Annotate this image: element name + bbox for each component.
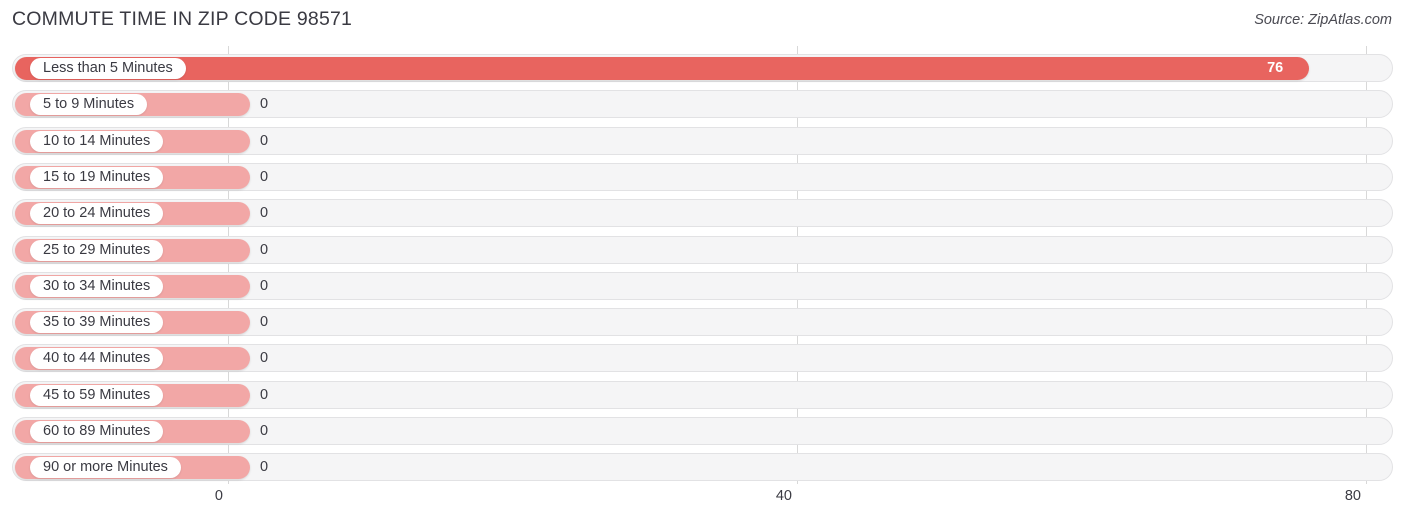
bar-value-label: 0: [260, 314, 269, 331]
bar-category-label: 35 to 39 Minutes: [30, 312, 164, 334]
plot-area: Less than 5 Minutes 76 5 to 9 Minutes 0 10 t…: [0, 46, 1406, 484]
bar-value-label: 0: [260, 168, 269, 185]
table-row[interactable]: 10 to 14 Minutes 0: [0, 126, 1406, 157]
x-tick-label-0: 0: [214, 488, 223, 504]
bar-category-label: 15 to 19 Minutes: [30, 166, 164, 188]
bar-category-label: 30 to 34 Minutes: [30, 275, 164, 297]
bar-value-label: 0: [260, 205, 269, 222]
page-title: COMMUTE TIME IN ZIP CODE 98571: [12, 8, 353, 30]
table-row[interactable]: Less than 5 Minutes 76: [0, 54, 1406, 84]
x-tick-label-80: 80: [1344, 488, 1361, 504]
chart-root: COMMUTE TIME IN ZIP CODE 98571 Source: Z…: [0, 0, 1406, 524]
table-row[interactable]: 15 to 19 Minutes 0: [0, 162, 1406, 193]
table-row[interactable]: 45 to 59 Minutes 0: [0, 380, 1406, 411]
bar-category-label: 10 to 14 Minutes: [30, 130, 164, 152]
bar-rows: Less than 5 Minutes 76 5 to 9 Minutes 0 10 t…: [0, 46, 1406, 484]
source-attribution: Source: ZipAtlas.com: [1254, 12, 1392, 28]
table-row[interactable]: 35 to 39 Minutes 0: [0, 308, 1406, 338]
bar-category-label: 20 to 24 Minutes: [30, 203, 164, 225]
bar-value-label: 0: [260, 132, 269, 149]
bar-value-label: 0: [260, 277, 269, 294]
bar-value-label: 0: [260, 96, 269, 113]
bar-value-label: 0: [260, 386, 269, 403]
table-row[interactable]: 90 or more Minutes 0: [0, 453, 1406, 483]
bar-category-label: Less than 5 Minutes: [30, 58, 186, 79]
bar-value-label: 0: [260, 350, 269, 367]
bar-category-label: 60 to 89 Minutes: [30, 421, 164, 442]
bar-value-label: 76: [1267, 60, 1284, 76]
bar-1[interactable]: [15, 57, 1310, 80]
table-row[interactable]: 30 to 34 Minutes 0: [0, 271, 1406, 302]
bar-value-label: 0: [260, 423, 269, 439]
x-axis: 0 40 80: [0, 484, 1406, 524]
table-row[interactable]: 20 to 24 Minutes 0: [0, 199, 1406, 229]
bar-category-label: 90 or more Minutes: [30, 457, 181, 479]
table-row[interactable]: 40 to 44 Minutes 0: [0, 344, 1406, 374]
bar-category-label: 45 to 59 Minutes: [30, 384, 164, 406]
table-row[interactable]: 5 to 9 Minutes 0: [0, 90, 1406, 120]
bar-value-label: 0: [260, 459, 269, 476]
bar-category-label: 5 to 9 Minutes: [30, 94, 148, 116]
x-tick-label-40: 40: [775, 488, 792, 504]
bar-category-label: 25 to 29 Minutes: [30, 239, 164, 261]
bar-category-label: 40 to 44 Minutes: [30, 348, 164, 370]
table-row[interactable]: 60 to 89 Minutes 0: [0, 417, 1406, 447]
chart-header: COMMUTE TIME IN ZIP CODE 98571 Source: Z…: [0, 0, 1406, 46]
table-row[interactable]: 25 to 29 Minutes 0: [0, 235, 1406, 266]
bar-value-label: 0: [260, 241, 269, 258]
